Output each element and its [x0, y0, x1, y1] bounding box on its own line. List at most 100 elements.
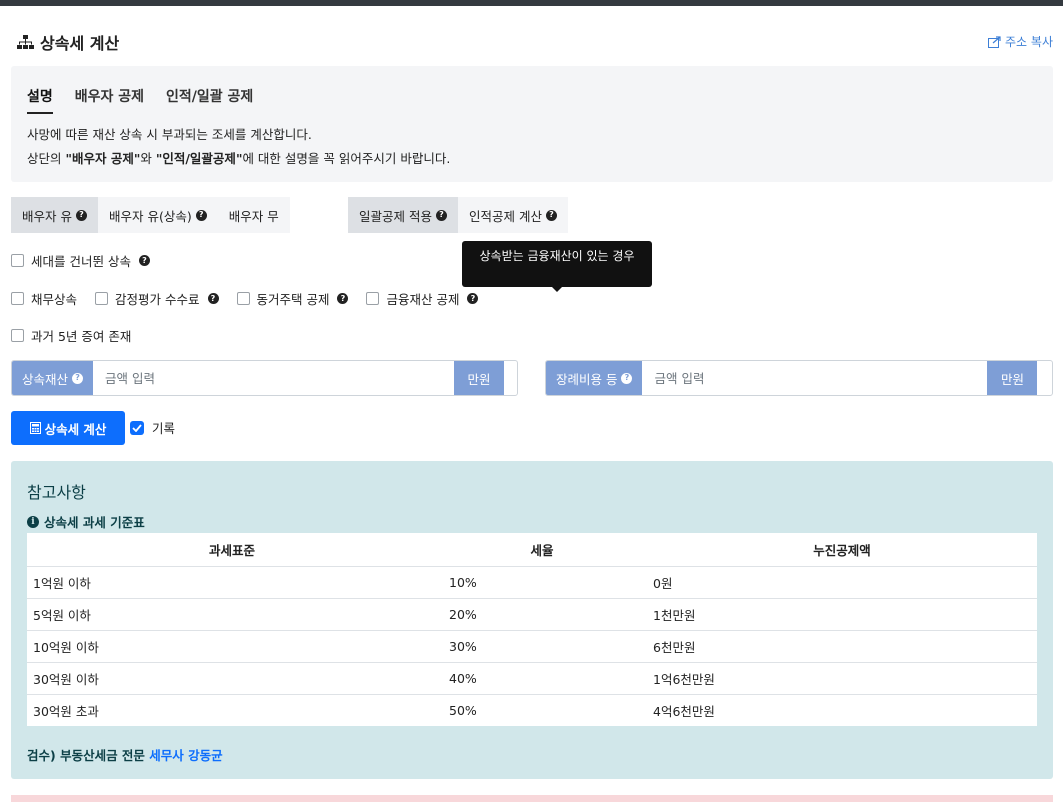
- column-header: 누진공제액: [647, 533, 1037, 567]
- appraisal-fee-checkbox[interactable]: 감정평가 수수료?: [95, 289, 219, 308]
- table-cell: 20%: [437, 598, 647, 631]
- calculator-icon: [29, 422, 41, 434]
- table-row: 1억원 이하 10% 0원: [27, 566, 1037, 599]
- estate-input-group: 상속재산? 만원: [11, 360, 518, 396]
- spouse-yes-button[interactable]: 배우자 유?: [11, 197, 98, 233]
- estate-unit: 만원: [454, 361, 505, 395]
- skip-generation-checkbox[interactable]: 세대를 건너뛴 상속?: [11, 251, 150, 270]
- past-gift-checkbox[interactable]: 과거 5년 증여 존재: [11, 326, 131, 345]
- cohabiting-house-label: 동거주택 공제: [256, 292, 330, 307]
- lump-sum-deduction-label: 일괄공제 적용: [359, 208, 432, 224]
- funeral-input-group: 장례비용 등? 만원: [545, 360, 1053, 396]
- financial-asset-checkbox[interactable]: 금융재산 공제?: [366, 289, 479, 308]
- table-cell: 30%: [437, 630, 647, 663]
- reference-title: 참고사항: [27, 483, 86, 502]
- spouse-yes-inherit-button[interactable]: 배우자 유(상속)?: [98, 197, 218, 233]
- table-cell-text: 10%: [449, 574, 477, 590]
- description-tabs: 설명 배우자 공제 인적/일괄 공제: [27, 86, 275, 114]
- help-icon[interactable]: ?: [435, 209, 447, 221]
- calculate-button-label: 상속세 계산: [44, 421, 107, 437]
- checkbox-box[interactable]: [95, 292, 109, 305]
- table-cell: 10%: [437, 566, 647, 599]
- tab-description[interactable]: 설명: [27, 86, 53, 114]
- record-checkbox[interactable]: 기록: [130, 418, 175, 437]
- estate-amount-input[interactable]: [93, 361, 455, 395]
- cohabiting-house-checkbox[interactable]: 동거주택 공제?: [236, 289, 349, 308]
- help-icon[interactable]: ?: [207, 293, 219, 304]
- lump-sum-deduction-button[interactable]: 일괄공제 적용?: [348, 197, 458, 233]
- tab-spouse-deduction[interactable]: 배우자 공제: [75, 86, 144, 114]
- help-icon[interactable]: ?: [337, 293, 349, 304]
- personal-deduction-label: 인적공제 계산: [468, 208, 542, 224]
- column-header: 세율: [437, 533, 647, 567]
- calculate-button[interactable]: 상속세 계산: [11, 411, 125, 445]
- help-icon[interactable]: ?: [467, 293, 479, 304]
- table-row: 10억원 이하 30% 6천만원: [27, 630, 1037, 663]
- help-icon[interactable]: ?: [75, 209, 87, 221]
- skip-generation-label: 세대를 건너뛴 상속: [31, 254, 131, 269]
- checkbox-box[interactable]: [11, 292, 24, 305]
- checkbox-box[interactable]: [11, 329, 24, 342]
- personal-deduction-button[interactable]: 인적공제 계산?: [458, 197, 568, 233]
- spouse-option-group: 배우자 유? 배우자 유(상속)? 배우자 무: [11, 197, 290, 233]
- table-cell: 50%: [437, 694, 647, 726]
- funeral-unit: 만원: [987, 361, 1038, 395]
- page-header: 상속세 계산 주소 복사: [11, 30, 1053, 54]
- help-icon[interactable]: ?: [195, 209, 207, 221]
- check-icon: [132, 423, 142, 432]
- reviewer-note: 검수) 부동산세금 전문 세무사 강동균: [27, 745, 223, 764]
- reviewer-link[interactable]: 세무사 강동균: [149, 748, 222, 763]
- spouse-yes-label: 배우자 유: [22, 208, 72, 224]
- past-gift-label: 과거 5년 증여 존재: [31, 329, 132, 344]
- deduction-option-group: 일괄공제 적용? 인적공제 계산?: [348, 197, 568, 233]
- help-icon[interactable]: ?: [138, 255, 150, 266]
- description-text: 상단의: [27, 151, 66, 166]
- table-cell: 4억6천만원: [653, 703, 715, 719]
- checkbox-checked[interactable]: [130, 420, 144, 435]
- table-cell-text: 30%: [449, 638, 477, 654]
- table-row: 30억원 초과 50% 4억6천만원: [27, 694, 1037, 726]
- description-text: 와: [140, 151, 156, 166]
- help-icon[interactable]: ?: [621, 372, 633, 384]
- page-title-text: 상속세 계산: [40, 34, 120, 53]
- funeral-label-text: 장례비용 등: [556, 371, 618, 387]
- checkbox-row-1: 세대를 건너뛴 상속?: [11, 251, 168, 270]
- table-cell: 5억원 이하: [27, 598, 437, 631]
- checkbox-box[interactable]: [366, 292, 380, 305]
- reference-panel: 참고사항 i 상속세 과세 기준표 과세표준 세율 누진공제액 1억원 이하 1…: [11, 461, 1053, 779]
- table-cell-text: 40%: [449, 670, 477, 686]
- help-icon[interactable]: ?: [545, 209, 557, 221]
- reviewer-prefix: 검수) 부동산세금 전문: [27, 748, 150, 763]
- record-label: 기록: [152, 421, 176, 436]
- share-icon: [988, 35, 1001, 48]
- description-emphasis: "배우자 공제": [65, 151, 141, 166]
- description-emphasis: "인적/일괄공제": [155, 151, 243, 166]
- checkbox-box[interactable]: [236, 292, 250, 305]
- tab-personal-deduction[interactable]: 인적/일괄 공제: [166, 86, 253, 114]
- page-title: 상속세 계산: [17, 30, 119, 54]
- copy-url-link[interactable]: 주소 복사: [988, 33, 1053, 50]
- spouse-no-button[interactable]: 배우자 무: [218, 197, 290, 233]
- copy-url-label: 주소 복사: [1005, 35, 1053, 49]
- checkbox-box[interactable]: [11, 254, 24, 267]
- table-cell: 6천만원: [647, 630, 1037, 663]
- help-icon[interactable]: ?: [72, 372, 84, 384]
- appraisal-fee-label: 감정평가 수수료: [115, 292, 200, 307]
- spouse-yes-inherit-label: 배우자 유(상속): [108, 208, 192, 224]
- estate-label-text: 상속재산: [22, 371, 69, 387]
- info-icon: i: [27, 515, 39, 528]
- estate-label: 상속재산?: [12, 361, 94, 395]
- debt-label: 채무상속: [31, 292, 78, 307]
- financial-asset-label: 금융재산 공제: [386, 292, 460, 307]
- funeral-label: 장례비용 등?: [546, 361, 643, 395]
- debt-checkbox[interactable]: 채무상속: [11, 289, 77, 308]
- table-cell: 1천만원: [647, 598, 1037, 631]
- top-bar: [0, 0, 1063, 6]
- table-cell-text: 50%: [449, 702, 477, 718]
- table-cell: 30억원 초과: [33, 703, 99, 719]
- spouse-no-label: 배우자 무: [228, 208, 279, 224]
- tax-rate-table: 과세표준 세율 누진공제액 1억원 이하 10% 0원 5억원 이하 20% 1…: [27, 533, 1037, 726]
- table-cell: 1억6천만원: [647, 662, 1037, 695]
- funeral-amount-input[interactable]: [642, 361, 988, 395]
- description-line-1: 사망에 따른 재산 상속 시 부과되는 조세를 계산합니다.: [27, 127, 312, 142]
